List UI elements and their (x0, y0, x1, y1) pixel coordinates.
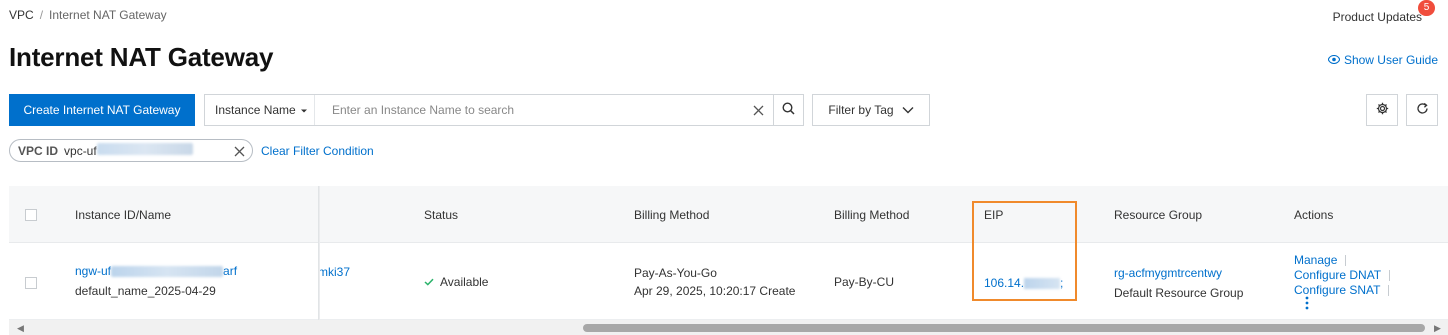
resource-group-name: Default Resource Group (1114, 286, 1244, 300)
page-title: Internet NAT Gateway (9, 42, 274, 72)
clear-filter-link[interactable]: Clear Filter Condition (261, 144, 374, 158)
redacted-value (96, 143, 193, 155)
col-resource-group: Resource Group (1114, 208, 1203, 222)
row-checkbox[interactable] (25, 277, 37, 289)
horizontal-scrollbar[interactable]: ◀ ▶ (9, 320, 1448, 335)
breadcrumb-current: Internet NAT Gateway (49, 8, 167, 22)
scroll-thumb[interactable] (583, 324, 1425, 332)
col-eip: EIP (984, 208, 1004, 222)
search-button[interactable] (773, 95, 803, 125)
fixed-column-divider (318, 186, 320, 320)
vpc-id-filter-chip: VPC ID vpc-uf (9, 139, 253, 162)
status-cell: Available (424, 275, 488, 289)
user-guide-label: Show User Guide (1343, 53, 1438, 67)
scroll-left-icon[interactable]: ◀ (17, 323, 24, 334)
eye-icon (1327, 53, 1341, 67)
status-text: Available (440, 275, 489, 289)
action-configure-dnat[interactable]: Configure DNAT (1294, 268, 1391, 282)
search-field-label: Instance Name (215, 103, 296, 117)
filter-by-tag-label: Filter by Tag (828, 103, 894, 117)
redacted-id (111, 266, 224, 278)
table-header: Instance ID/Name Status Billing Method B… (9, 186, 1448, 243)
breadcrumb-vpc[interactable]: VPC (9, 8, 34, 22)
refresh-button[interactable] (1406, 94, 1438, 126)
action-manage[interactable]: Manage (1294, 253, 1347, 267)
settings-button[interactable] (1366, 94, 1398, 126)
updates-count-badge: 5 (1418, 0, 1435, 16)
resource-group-link[interactable]: rg-acfmygmtrcentwy (1114, 266, 1222, 280)
chevron-down-icon (902, 103, 914, 117)
select-all-checkbox[interactable] (25, 209, 37, 221)
scroll-right-icon[interactable]: ▶ (1434, 323, 1441, 334)
refresh-icon (1416, 102, 1429, 118)
col-status: Status (424, 208, 459, 222)
gear-icon (1376, 102, 1389, 118)
filter-chip-value: vpc-uf (64, 143, 193, 158)
product-updates-link[interactable]: Product Updates (1333, 10, 1422, 24)
col-billing-method: Billing Method (634, 208, 710, 222)
eip-link[interactable]: 106.14.; (984, 276, 1063, 290)
filter-by-tag-dropdown[interactable]: Filter by Tag (812, 94, 930, 126)
instance-id-link[interactable]: ngw-uf arf (75, 264, 237, 278)
caret-down-icon (300, 103, 308, 117)
instance-name: default_name_2025-04-29 (75, 284, 216, 298)
billing-metric: Pay-By-CU (834, 275, 895, 289)
search-input[interactable] (315, 95, 743, 125)
close-icon[interactable] (234, 142, 245, 161)
more-actions-icon[interactable] (1305, 296, 1309, 313)
col-billing-method-2: Billing Method (834, 208, 910, 222)
check-icon (424, 275, 434, 289)
table-row: ngw-uf arf default_name_2025-04-29 mki37 … (9, 243, 1448, 320)
created-time: Apr 29, 2025, 10:20:17 Create (634, 284, 796, 298)
col-actions: Actions (1294, 208, 1334, 222)
partial-column-value[interactable]: mki37 (318, 265, 350, 279)
clear-icon[interactable] (743, 95, 773, 125)
search-field-select[interactable]: Instance Name (205, 95, 315, 125)
breadcrumb-separator: / (39, 8, 44, 22)
breadcrumb: VPC / Internet NAT Gateway (9, 8, 167, 22)
filter-chip-key: VPC ID (18, 143, 59, 158)
search-group: Instance Name (204, 94, 804, 126)
show-user-guide-link[interactable]: Show User Guide (1327, 53, 1438, 67)
redacted-ip (1024, 278, 1061, 290)
action-configure-snat[interactable]: Configure SNAT (1294, 283, 1390, 297)
col-instance: Instance ID/Name (75, 208, 172, 222)
billing-method: Pay-As-You-Go (634, 266, 717, 280)
search-icon (782, 102, 795, 118)
create-nat-gateway-button[interactable]: Create Internet NAT Gateway (9, 94, 195, 126)
